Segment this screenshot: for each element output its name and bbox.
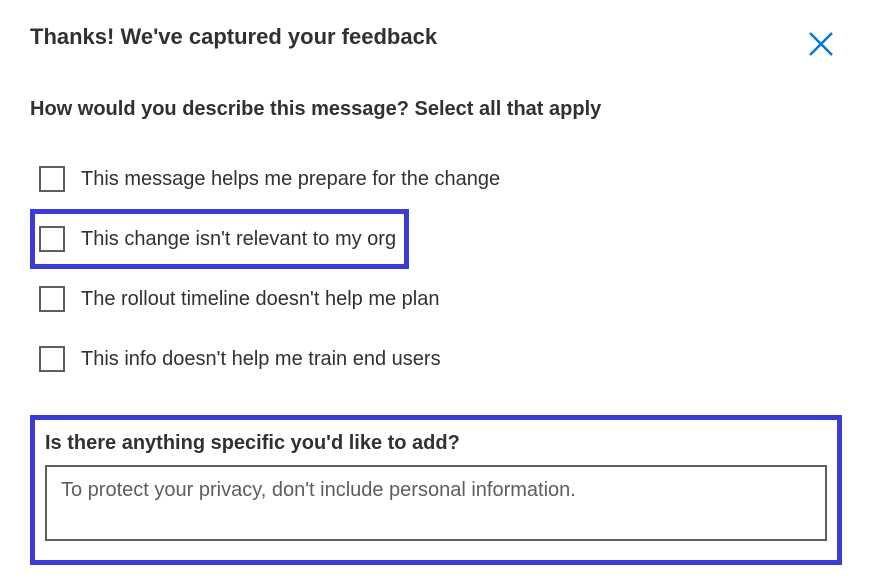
option-label[interactable]: This message helps me prepare for the ch… [81, 168, 500, 191]
option-row: This info doesn't help me train end user… [30, 329, 454, 389]
option-label[interactable]: The rollout timeline doesn't help me pla… [81, 288, 439, 311]
form-question: How would you describe this message? Sel… [30, 98, 847, 121]
option-label[interactable]: This info doesn't help me train end user… [81, 348, 441, 371]
freeform-section: Is there anything specific you'd like to… [30, 415, 842, 565]
checkbox-not-relevant[interactable] [39, 226, 65, 252]
option-row: The rollout timeline doesn't help me pla… [30, 269, 452, 329]
option-row: This change isn't relevant to my org [30, 209, 409, 269]
checkbox-rollout-timeline[interactable] [39, 286, 65, 312]
close-icon [807, 30, 835, 58]
feedback-textarea[interactable] [45, 465, 827, 541]
checkbox-train-users[interactable] [39, 346, 65, 372]
feedback-form: Thanks! We've captured your feedback How… [0, 0, 877, 585]
close-button[interactable] [803, 26, 839, 62]
option-row: This message helps me prepare for the ch… [30, 149, 513, 209]
checkbox-prepare-change[interactable] [39, 166, 65, 192]
option-label[interactable]: This change isn't relevant to my org [81, 228, 396, 251]
options-group: This message helps me prepare for the ch… [30, 149, 847, 389]
freeform-question: Is there anything specific you'd like to… [45, 432, 827, 455]
form-title: Thanks! We've captured your feedback [30, 24, 437, 50]
header-row: Thanks! We've captured your feedback [30, 24, 847, 50]
